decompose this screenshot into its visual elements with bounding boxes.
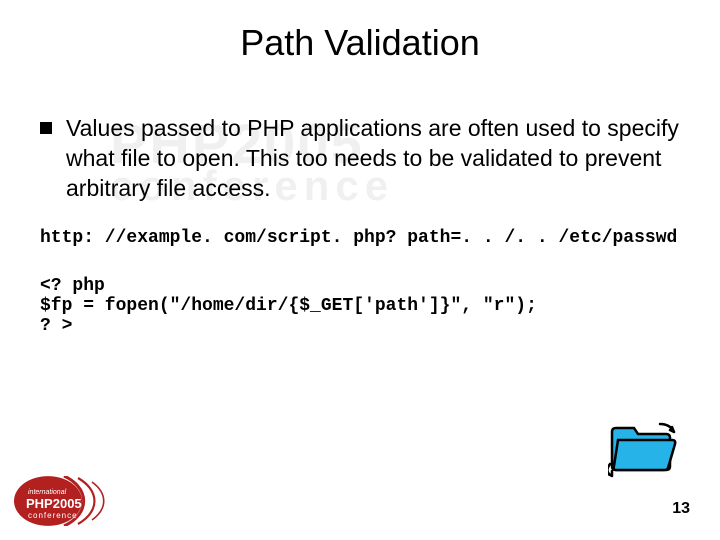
conference-logo: international PHP2005 conference: [14, 476, 144, 526]
code-line-3: ? >: [40, 316, 680, 336]
folder-icon: [608, 418, 682, 478]
logo-top-text: international: [28, 489, 67, 496]
slide-content: Values passed to PHP applications are of…: [0, 64, 720, 336]
bullet-text: Values passed to PHP applications are of…: [66, 114, 680, 204]
page-number: 13: [672, 500, 690, 518]
bullet-item: Values passed to PHP applications are of…: [40, 114, 680, 204]
logo-bot-text: conference: [28, 511, 78, 520]
url-example: http: //example. com/script. php? path=.…: [40, 228, 680, 248]
code-line-2: $fp = fopen("/home/dir/{$_GET['path']}",…: [40, 296, 680, 316]
logo-mid-text: PHP2005: [26, 496, 82, 511]
slide-title: Path Validation: [0, 0, 720, 64]
php-code-block: <? php $fp = fopen("/home/dir/{$_GET['pa…: [40, 276, 680, 336]
bullet-square-icon: [40, 122, 52, 134]
code-line-1: <? php: [40, 276, 680, 296]
